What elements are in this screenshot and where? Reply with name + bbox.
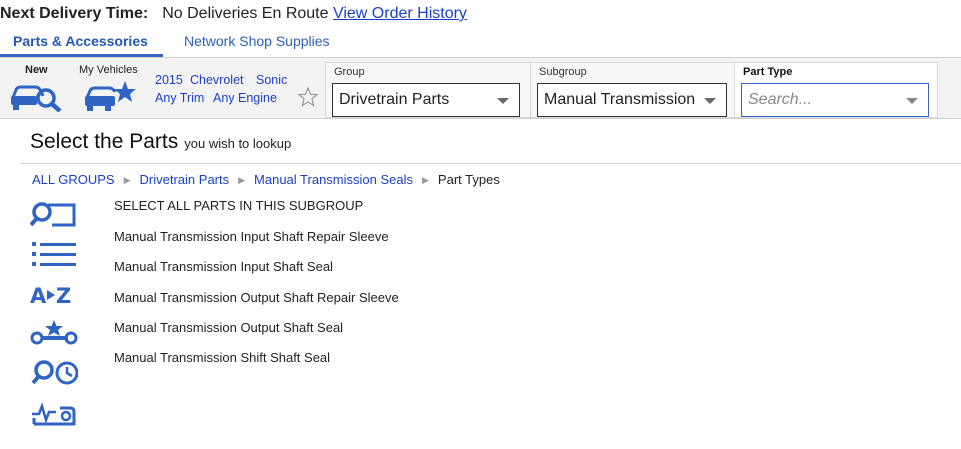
chevron-down-icon: [906, 98, 918, 104]
subgroup-label: Subgroup: [539, 66, 587, 78]
list-view-icon[interactable]: [30, 240, 78, 270]
part-type-placeholder: Search...: [748, 91, 813, 108]
page-heading: Select the Parts you wish to lookup: [30, 130, 291, 154]
tab-network-shop-supplies[interactable]: Network Shop Supplies: [184, 33, 330, 49]
breadcrumb-separator-icon: ▶: [123, 175, 131, 185]
subgroup-filter: Subgroup Manual Transmission Seals: [530, 62, 735, 118]
tab-parts-accessories[interactable]: Parts & Accessories: [13, 33, 148, 49]
subgroup-select-value: Manual Transmission Seals: [544, 91, 700, 108]
list-item-part[interactable]: Manual Transmission Output Shaft Seal: [114, 320, 343, 335]
a-to-z-icon[interactable]: A Z: [30, 281, 78, 311]
page-subtitle: you wish to lookup: [184, 136, 292, 151]
group-label: Group: [334, 66, 365, 78]
car-search-icon: [10, 85, 62, 113]
search-time-icon[interactable]: [30, 358, 79, 388]
breadcrumb-current: Part Types: [437, 172, 500, 187]
list-item-part[interactable]: Manual Transmission Input Shaft Seal: [114, 259, 333, 274]
new-vehicle-label: New: [25, 64, 48, 76]
tab-bar: Parts & Accessories Network Shop Supplie…: [0, 33, 961, 58]
active-tab-indicator: [0, 54, 163, 57]
vehicle-model-link[interactable]: Sonic: [256, 73, 287, 87]
car-star-icon: [84, 81, 136, 111]
breadcrumb-all-groups[interactable]: ALL GROUPS: [32, 172, 115, 187]
part-type-search-input[interactable]: Search...: [741, 83, 929, 117]
breadcrumb-manual-transmission-seals[interactable]: Manual Transmission Seals: [254, 172, 413, 187]
part-type-label: Part Type: [743, 66, 793, 78]
svg-text:Z: Z: [56, 284, 71, 308]
subgroup-select[interactable]: Manual Transmission Seals: [537, 83, 727, 117]
breadcrumb-separator-icon: ▶: [422, 175, 429, 185]
delivery-bar: Next Delivery Time: No Deliveries En Rout…: [0, 5, 467, 23]
diagnostics-icon[interactable]: [30, 398, 78, 428]
group-select[interactable]: Drivetrain Parts: [332, 83, 520, 117]
tools-icon[interactable]: [30, 318, 78, 348]
favorite-star-icon[interactable]: [297, 86, 319, 108]
list-item-part[interactable]: Manual Transmission Output Shaft Repair …: [114, 290, 399, 305]
list-item-part[interactable]: Manual Transmission Shift Shaft Seal: [114, 350, 330, 365]
my-vehicles-label: My Vehicles: [79, 64, 138, 76]
new-vehicle-button[interactable]: [10, 78, 64, 113]
list-item-part[interactable]: Manual Transmission Input Shaft Repair S…: [114, 229, 389, 244]
vehicle-trim-link[interactable]: Any Trim: [155, 91, 204, 105]
vehicle-year-link[interactable]: 2015: [155, 73, 183, 87]
part-type-filter: Part Type Search...: [734, 62, 938, 118]
breadcrumb: ALL GROUPS ▶ Drivetrain Parts ▶ Manual Trans…: [32, 172, 500, 187]
group-filter: Group Drivetrain Parts: [325, 62, 531, 118]
breadcrumb-drivetrain-parts[interactable]: Drivetrain Parts: [140, 172, 230, 187]
page-title: Select the Parts: [30, 130, 179, 153]
vehicle-engine-link[interactable]: Any Engine: [213, 91, 277, 105]
list-item-select-all[interactable]: SELECT ALL PARTS IN THIS SUBGROUP: [114, 198, 363, 213]
chevron-down-icon: [497, 98, 509, 104]
divider: [20, 163, 961, 164]
group-select-value: Drivetrain Parts: [339, 91, 450, 108]
my-vehicles-button[interactable]: [83, 78, 139, 112]
chevron-down-icon: [704, 98, 716, 104]
search-part-icon[interactable]: [29, 200, 78, 230]
svg-text:A: A: [30, 284, 47, 308]
delivery-label: Next Delivery Time:: [0, 5, 149, 22]
vehicle-make-link[interactable]: Chevrolet: [190, 73, 244, 87]
view-order-history-link[interactable]: View Order History: [333, 5, 467, 22]
delivery-status: No Deliveries En Route: [162, 5, 329, 22]
breadcrumb-separator-icon: ▶: [238, 175, 246, 185]
